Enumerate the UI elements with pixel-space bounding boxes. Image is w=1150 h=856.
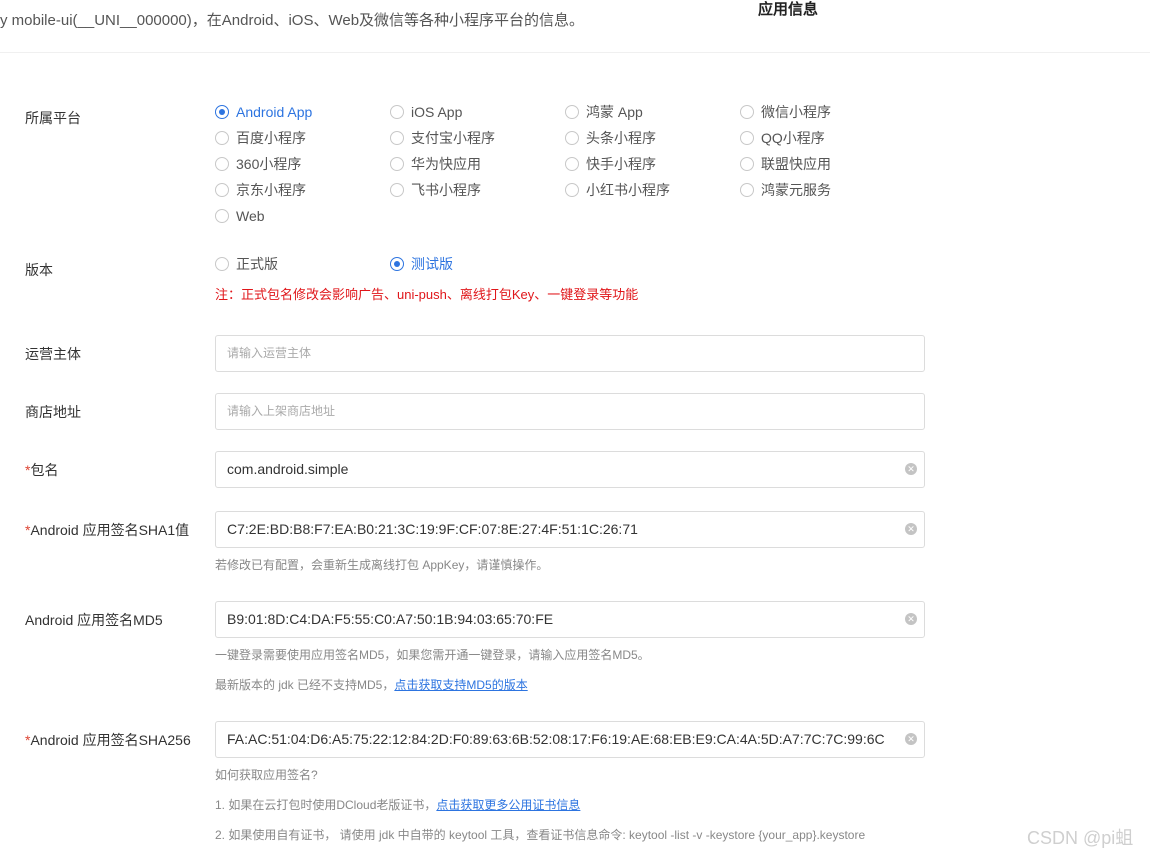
clear-icon[interactable]: ✕: [905, 463, 917, 475]
radio-jd-mp[interactable]: 京东小程序: [215, 180, 306, 200]
operator-placeholder: 请输入运营主体: [227, 346, 312, 360]
radio-unchecked-icon: [390, 131, 404, 145]
md5-help-2: 最新版本的 jdk 已经不支持MD5，点击获取支持MD5的版本: [215, 676, 528, 694]
radio-release-version[interactable]: 正式版: [215, 254, 278, 274]
sha256-help-1-text: 1. 如果在云打包时使用DCloud老版证书，: [215, 798, 437, 812]
radio-label: 百度小程序: [236, 130, 306, 146]
store-url-input[interactable]: 请输入上架商店地址: [215, 393, 925, 430]
radio-label: 快手小程序: [586, 156, 656, 172]
md5-value: B9:01:8D:C4:DA:F5:55:C0:A7:50:1B:94:03:6…: [227, 611, 554, 627]
md5-label: Android 应用签名MD5: [25, 612, 163, 628]
sha256-value: FA:AC:51:04:D6:A5:75:22:12:84:2D:F0:89:6…: [227, 731, 885, 747]
package-name-input[interactable]: com.android.simple ✕: [215, 451, 925, 488]
package-label: *包名: [25, 460, 58, 480]
radio-android-app[interactable]: Android App: [215, 102, 312, 122]
radio-unchecked-icon: [215, 257, 229, 271]
radio-label: 正式版: [236, 256, 278, 272]
radio-huawei-quickapp[interactable]: 华为快应用: [390, 154, 481, 174]
radio-label: Android App: [236, 104, 313, 120]
radio-unchecked-icon: [390, 157, 404, 171]
radio-wechat-mp[interactable]: 微信小程序: [740, 102, 831, 122]
radio-unchecked-icon: [740, 183, 754, 197]
radio-label: 微信小程序: [761, 104, 831, 120]
md5-input[interactable]: B9:01:8D:C4:DA:F5:55:C0:A7:50:1B:94:03:6…: [215, 601, 925, 638]
radio-unchecked-icon: [740, 157, 754, 171]
top-bar: y mobile-ui(__UNI__000000)，在Android、iOS、…: [0, 0, 1150, 53]
radio-label: 小红书小程序: [586, 182, 670, 198]
sha256-help-title: 如何获取应用签名?: [215, 768, 318, 782]
radio-feishu-mp[interactable]: 飞书小程序: [390, 180, 481, 200]
radio-unchecked-icon: [740, 105, 754, 119]
radio-unchecked-icon: [565, 157, 579, 171]
radio-test-version[interactable]: 测试版: [390, 254, 453, 274]
radio-label: iOS App: [411, 104, 463, 120]
radio-web[interactable]: Web: [215, 206, 265, 226]
md5-help-2-text: 最新版本的 jdk 已经不支持MD5，: [215, 678, 395, 692]
radio-unchecked-icon: [215, 131, 229, 145]
sha256-input[interactable]: FA:AC:51:04:D6:A5:75:22:12:84:2D:F0:89:6…: [215, 721, 925, 758]
radio-label: Web: [236, 208, 265, 224]
sha256-label-text: Android 应用签名SHA256: [30, 732, 191, 748]
platform-label: 所属平台: [25, 110, 81, 126]
md5-version-link[interactable]: 点击获取支持MD5的版本: [394, 678, 527, 692]
package-value: com.android.simple: [227, 461, 349, 477]
radio-harmony-atomic[interactable]: 鸿蒙元服务: [740, 180, 831, 200]
sha256-help-2: 2. 如果使用自有证书， 请使用 jdk 中自带的 keytool 工具，查看证…: [215, 828, 866, 842]
sha1-input[interactable]: C7:2E:BD:B8:F7:EA:B0:21:3C:19:9F:CF:07:8…: [215, 511, 925, 548]
radio-unchecked-icon: [565, 105, 579, 119]
sha1-label: *Android 应用签名SHA1值: [25, 520, 189, 540]
sha256-help-1: 1. 如果在云打包时使用DCloud老版证书，点击获取更多公用证书信息: [215, 796, 580, 814]
sha1-help: 若修改已有配置，会重新生成离线打包 AppKey，请谨慎操作。: [215, 558, 549, 572]
store-placeholder: 请输入上架商店地址: [227, 404, 336, 418]
radio-label: 京东小程序: [236, 182, 306, 198]
radio-unchecked-icon: [740, 131, 754, 145]
sha1-label-text: Android 应用签名SHA1值: [30, 522, 190, 538]
operator-label: 运营主体: [25, 346, 81, 362]
radio-unchecked-icon: [390, 183, 404, 197]
radio-qq-mp[interactable]: QQ小程序: [740, 128, 825, 148]
radio-360-mp[interactable]: 360小程序: [215, 154, 301, 174]
radio-label: 华为快应用: [411, 156, 481, 172]
radio-unchecked-icon: [215, 183, 229, 197]
watermark: CSDN @pi蛆: [1027, 828, 1134, 848]
store-label: 商店地址: [25, 404, 81, 420]
radio-unchecked-icon: [565, 183, 579, 197]
radio-unchecked-icon: [215, 209, 229, 223]
radio-unchecked-icon: [215, 157, 229, 171]
version-label: 版本: [25, 262, 53, 278]
operator-input[interactable]: 请输入运营主体: [215, 335, 925, 372]
radio-toutiao-mp[interactable]: 头条小程序: [565, 128, 656, 148]
radio-baidu-mp[interactable]: 百度小程序: [215, 128, 306, 148]
radio-label: 鸿蒙元服务: [761, 182, 831, 198]
radio-ios-app[interactable]: iOS App: [390, 102, 462, 122]
radio-label: 飞书小程序: [411, 182, 481, 198]
radio-label: 联盟快应用: [761, 156, 831, 172]
clear-icon[interactable]: ✕: [905, 613, 917, 625]
page-title: 应用信息: [758, 1, 819, 18]
radio-label: 测试版: [411, 256, 453, 272]
radio-label: 头条小程序: [586, 130, 656, 146]
radio-label: 支付宝小程序: [411, 130, 495, 146]
radio-xiaohongshu-mp[interactable]: 小红书小程序: [565, 180, 670, 200]
package-label-text: 包名: [30, 462, 59, 478]
clear-icon[interactable]: ✕: [905, 733, 917, 745]
radio-checked-icon: [390, 257, 404, 271]
radio-unchecked-icon: [390, 105, 404, 119]
public-cert-link[interactable]: 点击获取更多公用证书信息: [436, 798, 580, 812]
clear-icon[interactable]: ✕: [905, 523, 917, 535]
header-description: y mobile-ui(__UNI__000000)，在Android、iOS、…: [0, 12, 585, 29]
radio-checked-icon: [215, 105, 229, 119]
sha1-value: C7:2E:BD:B8:F7:EA:B0:21:3C:19:9F:CF:07:8…: [227, 521, 638, 537]
radio-harmony-app[interactable]: 鸿蒙 App: [565, 102, 643, 122]
radio-label: 鸿蒙 App: [586, 104, 643, 120]
sha256-label: *Android 应用签名SHA256: [25, 730, 191, 750]
md5-help-1: 一键登录需要使用应用签名MD5，如果您需开通一键登录，请输入应用签名MD5。: [215, 648, 650, 662]
radio-alipay-mp[interactable]: 支付宝小程序: [390, 128, 495, 148]
radio-label: QQ小程序: [761, 130, 825, 146]
radio-kuaishou-mp[interactable]: 快手小程序: [565, 154, 656, 174]
radio-label: 360小程序: [236, 156, 302, 172]
radio-unchecked-icon: [565, 131, 579, 145]
radio-union-quickapp[interactable]: 联盟快应用: [740, 154, 831, 174]
version-warning-note: 注：正式包名修改会影响广告、uni-push、离线打包Key、一键登录等功能: [215, 287, 639, 302]
